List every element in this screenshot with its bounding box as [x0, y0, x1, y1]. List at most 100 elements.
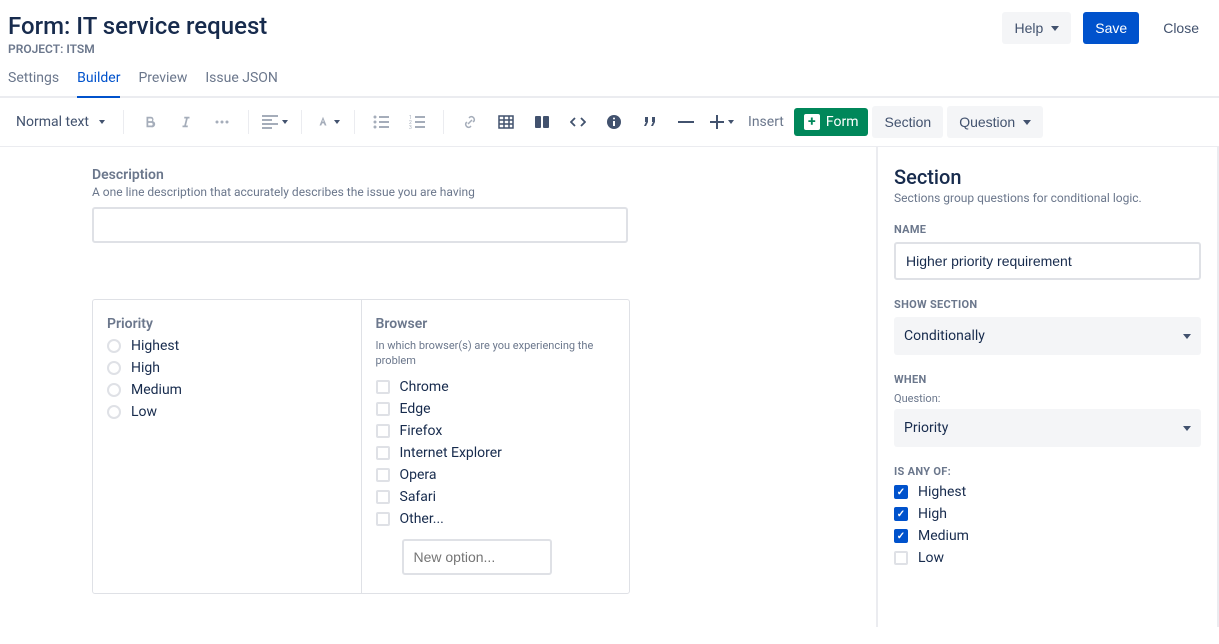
more-formatting-button[interactable] [206, 106, 238, 138]
chevron-down-icon [728, 120, 734, 124]
tab-preview[interactable]: Preview [138, 70, 187, 96]
checkbox-icon [894, 507, 908, 521]
layout-button[interactable] [526, 106, 558, 138]
browser-option[interactable]: Firefox [376, 423, 616, 439]
tab-settings[interactable]: Settings [8, 70, 59, 96]
option-label: Firefox [400, 423, 443, 439]
chevron-down-icon [1051, 26, 1059, 31]
isany-option[interactable]: High [894, 506, 1201, 522]
priority-option[interactable]: Highest [107, 338, 347, 354]
browser-option[interactable]: Opera [376, 467, 616, 483]
add-button[interactable] [706, 106, 738, 138]
number-list-button[interactable]: 123 [401, 106, 433, 138]
checkbox-icon [376, 402, 390, 416]
canvas: Description A one line description that … [0, 147, 876, 627]
code-button[interactable] [562, 106, 594, 138]
question-sub-description: A one line description that accurately d… [92, 185, 868, 199]
browser-option[interactable]: Internet Explorer [376, 445, 616, 461]
option-label: Low [131, 404, 157, 420]
option-label: High [131, 360, 160, 376]
show-section-value: Conditionally [904, 328, 985, 344]
isany-options: Highest High Medium Low [894, 484, 1201, 566]
browser-options: Chrome Edge Firefox Internet Explorer Op… [376, 379, 616, 527]
text-style-select[interactable]: Normal text [8, 108, 113, 136]
bold-button[interactable] [134, 106, 166, 138]
option-label: Highest [918, 484, 966, 500]
option-label: Edge [400, 401, 431, 417]
question-title-browser: Browser [376, 316, 616, 332]
radio-icon [107, 405, 121, 419]
project-label: PROJECT: ITSM [8, 42, 267, 56]
priority-option[interactable]: Medium [107, 382, 347, 398]
info-panel-button[interactable] [598, 106, 630, 138]
option-label: Internet Explorer [400, 445, 502, 461]
checkbox-icon [376, 512, 390, 526]
show-section-select[interactable]: Conditionally [894, 317, 1201, 355]
option-label: High [918, 506, 947, 522]
radio-icon [107, 361, 121, 375]
priority-option[interactable]: Low [107, 404, 347, 420]
link-button[interactable] [454, 106, 486, 138]
option-label: Safari [400, 489, 437, 505]
question-sub-browser: In which browser(s) are you experiencing… [376, 338, 616, 369]
insert-label: Insert [742, 114, 790, 130]
checkbox-icon [894, 529, 908, 543]
quote-button[interactable] [634, 106, 666, 138]
checkbox-icon [894, 485, 908, 499]
show-section-label: SHOW SECTION [894, 298, 1201, 311]
align-button[interactable] [259, 106, 291, 138]
insert-question-button[interactable]: Question [947, 106, 1043, 138]
tab-issue-json[interactable]: Issue JSON [205, 70, 278, 96]
question-title-priority: Priority [107, 316, 347, 332]
insert-form-button[interactable]: + Form [794, 108, 869, 136]
isany-option[interactable]: Low [894, 550, 1201, 566]
browser-option[interactable]: Edge [376, 401, 616, 417]
divider-button[interactable] [670, 106, 702, 138]
checkbox-icon [376, 490, 390, 504]
browser-option[interactable]: Other... [376, 511, 616, 527]
section-name-input[interactable] [894, 242, 1201, 280]
chevron-down-icon [1183, 334, 1191, 339]
insert-section-button[interactable]: Section [872, 106, 943, 138]
isany-label: IS ANY OF: [894, 465, 1201, 478]
chevron-down-icon [334, 120, 340, 124]
text-color-button[interactable] [312, 106, 344, 138]
panel-title: Section [894, 165, 1201, 189]
checkbox-icon [376, 424, 390, 438]
help-button[interactable]: Help [1002, 12, 1071, 44]
browser-option[interactable]: Safari [376, 489, 616, 505]
bullet-list-button[interactable] [365, 106, 397, 138]
option-label: Medium [131, 382, 182, 398]
isany-option[interactable]: Medium [894, 528, 1201, 544]
question-title-description: Description [92, 167, 868, 183]
option-label: Medium [918, 528, 969, 544]
checkbox-icon [376, 446, 390, 460]
plus-icon: + [804, 114, 820, 130]
chevron-down-icon [99, 120, 105, 124]
panel-desc: Sections group questions for conditional… [894, 191, 1201, 205]
form-label: Form [826, 114, 859, 130]
name-label: NAME [894, 223, 1201, 236]
when-question-select[interactable]: Priority [894, 409, 1201, 447]
checkbox-icon [376, 468, 390, 482]
save-button[interactable]: Save [1083, 12, 1139, 44]
browser-option[interactable]: Chrome [376, 379, 616, 395]
text-style-label: Normal text [16, 114, 89, 130]
italic-button[interactable] [170, 106, 202, 138]
question-label: Question [959, 114, 1015, 130]
table-button[interactable] [490, 106, 522, 138]
checkbox-icon [376, 380, 390, 394]
chevron-down-icon [1023, 120, 1031, 125]
close-button[interactable]: Close [1151, 12, 1211, 44]
description-input[interactable] [92, 207, 628, 243]
isany-option[interactable]: Highest [894, 484, 1201, 500]
page-title: Form: IT service request [8, 12, 267, 40]
when-value: Priority [904, 420, 948, 436]
tab-builder[interactable]: Builder [77, 70, 120, 98]
when-label: WHEN [894, 373, 1201, 386]
radio-icon [107, 383, 121, 397]
tabs: Settings Builder Preview Issue JSON [0, 56, 1219, 98]
priority-option[interactable]: High [107, 360, 347, 376]
new-option-input[interactable] [402, 539, 552, 575]
option-label: Chrome [400, 379, 449, 395]
